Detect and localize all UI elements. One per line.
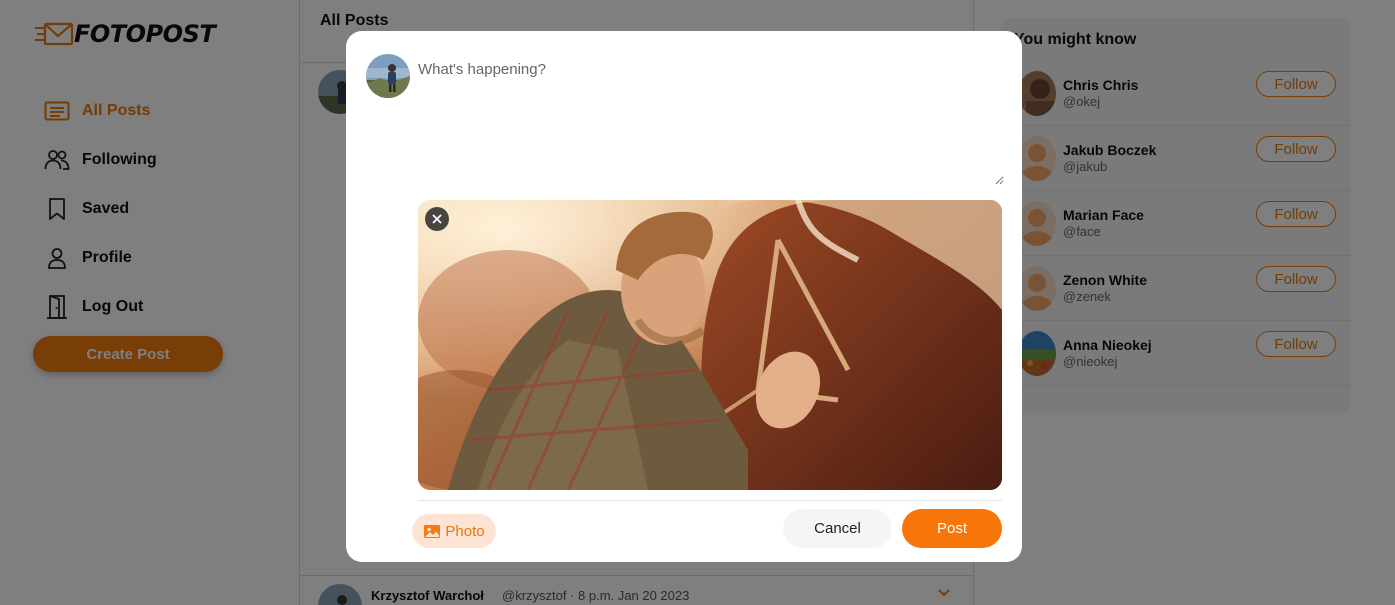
attached-image [418,200,1002,490]
avatar [366,54,410,98]
post-button[interactable]: Post [902,509,1002,548]
image-icon [424,524,441,538]
cancel-button[interactable]: Cancel [783,509,892,548]
remove-image-button[interactable] [425,207,449,231]
close-icon [432,214,442,224]
photo-label: Photo [445,522,485,540]
post-textarea[interactable] [418,61,1004,185]
add-photo-button[interactable]: Photo [412,514,496,548]
divider [418,500,1002,501]
create-post-modal: Photo Cancel Post [346,31,1022,562]
